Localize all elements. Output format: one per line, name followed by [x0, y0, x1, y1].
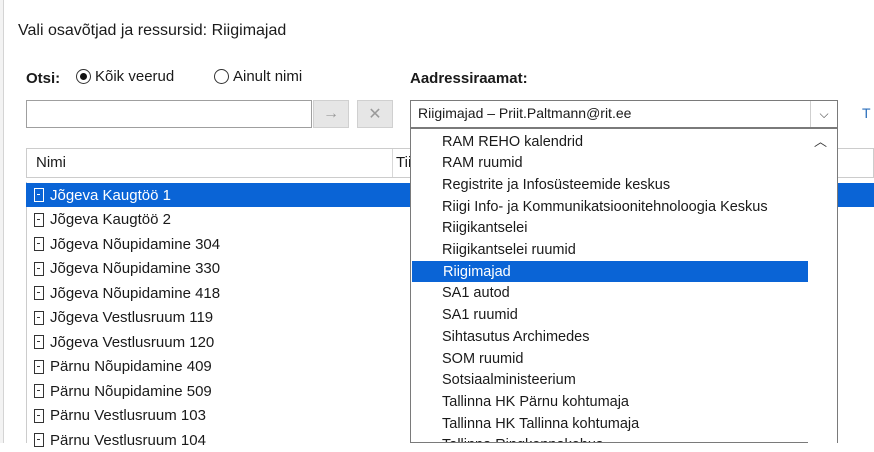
list-item-label: Jõgeva Nõupidamine 304	[50, 235, 221, 253]
dropdown-option[interactable]: Registrite ja Infosüsteemide keskus	[411, 174, 809, 195]
search-go-button[interactable]: →	[313, 100, 349, 128]
room-icon	[34, 310, 44, 325]
list-item-label: Jõgeva Vestlusruum 120	[50, 333, 215, 351]
radio-all-columns[interactable]: Kõik veerud	[76, 68, 174, 85]
dropdown-option[interactable]: Riigi Info- ja Kommunikatsioonitehnoloog…	[411, 196, 809, 217]
list-item-label: Jõgeva Kaugtöö 2	[50, 211, 171, 228]
column-header-name[interactable]: Nimi	[36, 154, 66, 171]
search-label: Otsi:	[26, 70, 61, 87]
dropdown-option[interactable]: Riigikantselei ruumid	[411, 240, 809, 261]
search-input[interactable]	[26, 100, 312, 128]
dropdown-option[interactable]: Riigimajad	[412, 261, 808, 283]
room-icon	[34, 212, 44, 227]
room-icon	[34, 359, 44, 374]
dropdown-option[interactable]: RAM ruumid	[411, 153, 809, 174]
list-item-label: Jõgeva Nõupidamine 330	[50, 260, 221, 277]
list-item-label: Jõgeva Kaugtöö 1	[50, 186, 171, 204]
chevron-up-icon[interactable]: ︿	[814, 131, 827, 150]
close-icon: ✕	[368, 106, 382, 123]
radio-name-only-label: Ainult nimi	[233, 68, 303, 85]
list-item-label: Pärnu Vestlusruum 103	[50, 407, 206, 424]
dropdown-scrollbar[interactable]	[808, 129, 837, 443]
column-divider[interactable]	[392, 149, 393, 177]
address-book-dropdown: RAM REHO kalendrid RAM ruumid Registrite j…	[410, 128, 838, 443]
list-item-label: Jõgeva Vestlusruum 119	[50, 309, 214, 326]
chevron-down-icon[interactable]: ⌵	[810, 101, 837, 127]
search-clear-button[interactable]: ✕	[357, 100, 393, 128]
room-icon	[34, 433, 44, 447]
list-item-label: Pärnu Vestlusruum 104	[50, 431, 206, 449]
room-icon	[34, 237, 44, 251]
column-header-type[interactable]: Tii	[396, 154, 411, 171]
room-icon	[34, 384, 44, 398]
side-link[interactable]: T	[862, 105, 871, 121]
room-icon	[34, 286, 44, 300]
radio-unselected-icon[interactable]	[214, 69, 229, 84]
arrow-right-icon: →	[323, 105, 339, 122]
room-icon	[34, 261, 44, 276]
dropdown-option[interactable]: Tallinna HK Tallinna kohtumaja	[411, 413, 809, 434]
radio-all-columns-label: Kõik veerud	[95, 68, 175, 85]
room-icon	[34, 335, 44, 349]
dropdown-option[interactable]: SA1 ruumid	[411, 305, 809, 326]
dropdown-option[interactable]: Sihtasutus Archimedes	[411, 326, 809, 347]
dropdown-option[interactable]: SA1 autod	[411, 283, 809, 304]
list-item-label: Jõgeva Nõupidamine 418	[50, 284, 221, 302]
dropdown-option[interactable]: SOM ruumid	[411, 348, 809, 369]
dropdown-option[interactable]: Sotsiaalministeerium	[411, 370, 809, 391]
room-icon	[34, 188, 44, 202]
list-item-label: Pärnu Nõupidamine 509	[50, 382, 212, 400]
address-book-label: Aadressiraamat:	[410, 70, 528, 87]
dropdown-option[interactable]: Tallinna HK Pärnu kohtumaja	[411, 391, 809, 412]
dialog-title: Vali osavõtjad ja ressursid: Riigimajad	[18, 22, 287, 39]
radio-selected-icon[interactable]	[76, 69, 91, 84]
address-book-selected: Riigimajad – Priit.Paltmann@rit.ee	[418, 105, 632, 121]
list-item-label: Pärnu Nõupidamine 409	[50, 358, 212, 375]
room-icon	[34, 408, 44, 423]
dropdown-option[interactable]: Riigikantselei	[411, 218, 809, 239]
dropdown-option[interactable]: Tallinna Ringkonnakohus	[411, 435, 809, 442]
radio-name-only[interactable]: Ainult nimi	[214, 68, 302, 85]
window-left-edge	[0, 0, 4, 443]
dropdown-option[interactable]: RAM REHO kalendrid	[411, 131, 809, 152]
